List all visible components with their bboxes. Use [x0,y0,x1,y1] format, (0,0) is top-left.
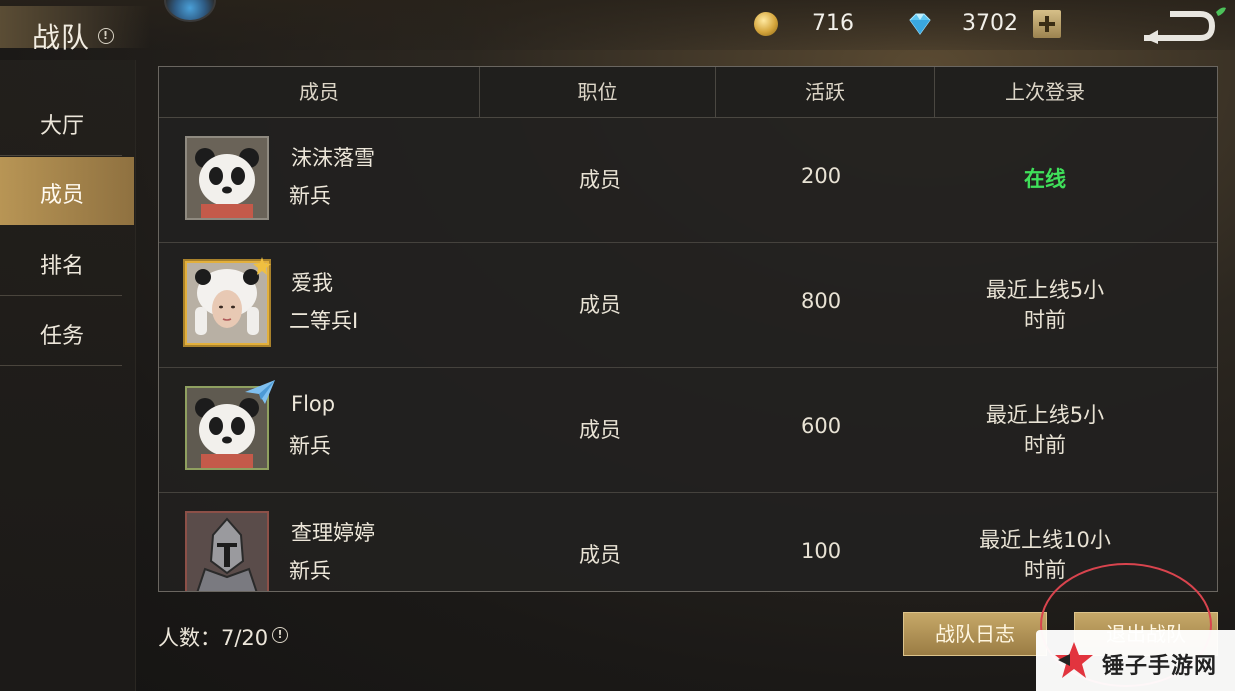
members-table: 成员 职位 活跃 上次登录 沫沫落雪 新兵 成员 200 在线 爱我 二等兵I … [158,66,1218,592]
last-login-line1: 最近上线5小 [985,278,1105,302]
table-row[interactable]: 查理婷婷 新兵 成员 100 最近上线10小 时前 [159,493,1217,591]
member-role: 成员 [579,418,621,442]
last-login-line1: 最近上线5小 [985,403,1105,427]
member-rank: 二等兵I [289,309,359,333]
member-count: 人数：7/20 ! [158,622,288,652]
member-name: Flop [291,392,336,416]
info-icon[interactable]: ! [272,627,288,643]
sidebar-item-label: 大厅 [40,114,85,139]
member-activity: 600 [801,414,842,438]
divider [0,155,122,156]
gold-amount: 716 [812,11,854,36]
table-row[interactable]: Flop 新兵 成员 600 最近上线5小 时前 [159,368,1217,493]
member-role: 成员 [579,543,621,567]
sidebar-item-members[interactable]: 成员 [0,157,134,225]
last-login-line2: 时前 [1024,308,1066,332]
sidebar-item-ranking[interactable]: 排名 [0,228,134,296]
sidebar-item-label: 排名 [40,254,85,279]
last-login-line1: 在线 [1024,167,1066,191]
back-arrow-icon[interactable] [1140,4,1228,44]
column-header-activity: 活跃 [805,80,845,104]
sidebar-item-lobby[interactable]: 大厅 [0,88,134,156]
column-header-role: 职位 [577,80,618,104]
gold-coin-icon [754,12,778,36]
member-count-text: 人数：7/20 [158,626,269,650]
add-currency-button[interactable] [1033,10,1061,38]
table-header: 成员 职位 活跃 上次登录 [159,67,1217,118]
last-login-line1: 最近上线10小 [979,528,1111,552]
member-name: 查理婷婷 [291,521,375,545]
paper-plane-icon [245,380,275,404]
page-title: 战队 ! [32,16,114,56]
divider [0,365,122,366]
diamond-amount: 3702 [962,11,1018,36]
watermark-logo-icon [1055,642,1093,678]
sidebar-item-label: 成员 [40,183,85,208]
column-header-member: 成员 [299,80,339,104]
diamond-icon [909,13,931,35]
last-login-line2: 时前 [1024,433,1066,457]
sidebar-item-tasks[interactable]: 任务 [0,298,134,366]
info-icon[interactable]: ! [98,28,114,44]
member-activity: 800 [801,289,842,313]
watermark-text: 锤子手游网 [1102,654,1218,679]
member-rank: 新兵 [289,559,331,583]
table-row[interactable]: 爱我 二等兵I 成员 800 最近上线5小 时前 [159,243,1217,368]
star-badge-icon [253,257,271,275]
panda-avatar-icon [187,138,267,218]
sidebar: 大厅 成员 排名 任务 [0,60,136,691]
member-avatar[interactable] [185,511,269,591]
last-login-status: 最近上线5小 时前 [965,400,1125,460]
sidebar-item-label: 任务 [40,324,85,349]
team-log-button[interactable]: 战队日志 [903,612,1047,656]
column-header-last-login: 上次登录 [1005,80,1085,104]
member-avatar[interactable] [185,136,269,220]
member-name: 沫沫落雪 [291,146,375,170]
divider [0,295,122,296]
member-rank: 新兵 [289,184,331,208]
watermark: 锤子手游网 [1036,630,1235,691]
page-title-text: 战队 [32,21,91,54]
armored-knight-avatar-icon [187,513,267,591]
last-login-status: 在线 [965,164,1125,194]
title-banner: 战队 ! [0,6,150,54]
member-role: 成员 [579,293,621,317]
member-role: 成员 [579,168,621,192]
girl-avatar-icon [187,263,267,343]
member-activity: 100 [801,539,842,563]
member-name: 爱我 [291,271,333,295]
table-row[interactable]: 沫沫落雪 新兵 成员 200 在线 [159,118,1217,243]
member-rank: 新兵 [289,434,331,458]
last-login-status: 最近上线5小 时前 [965,275,1125,335]
member-activity: 200 [801,164,842,188]
